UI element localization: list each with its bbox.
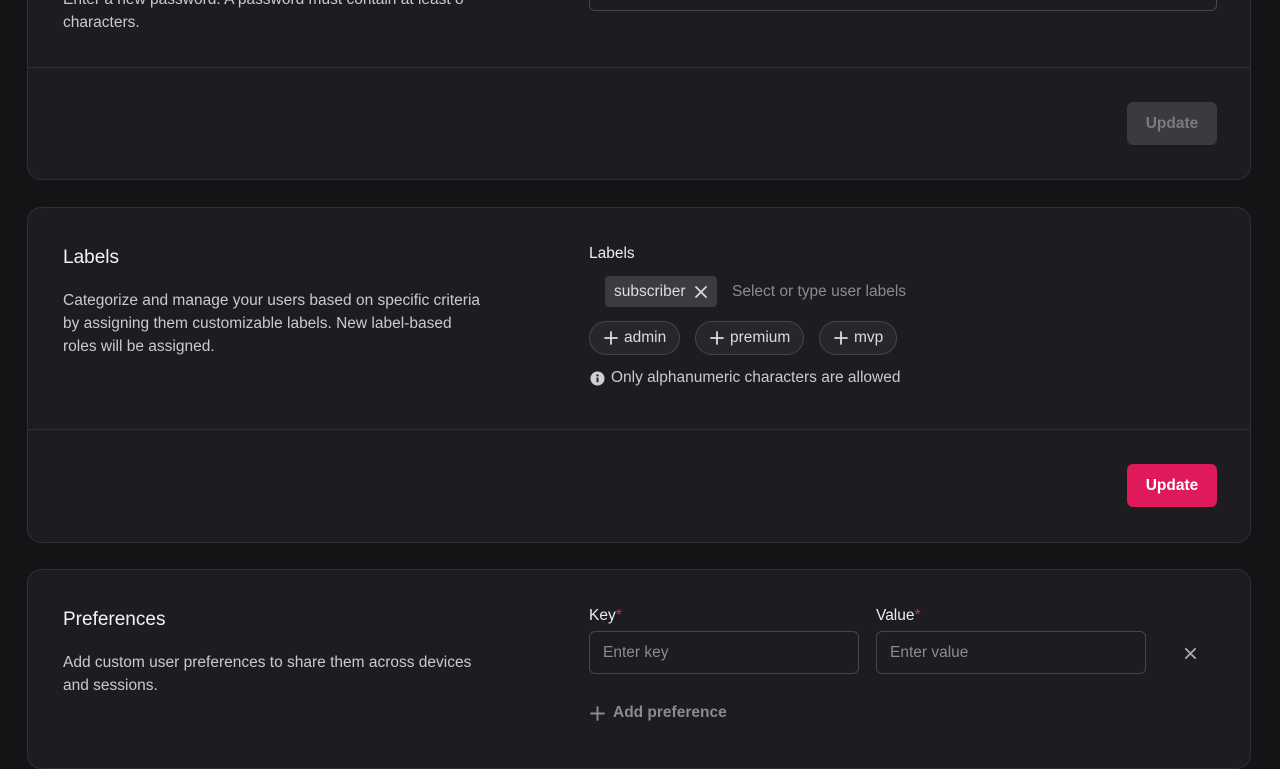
plus-icon [590,705,605,721]
add-preference-button[interactable]: Add preference [590,704,727,722]
plus-icon [710,331,724,345]
label-tag-subscriber: subscriber [605,276,717,307]
password-card: Enter a new password. A password must co… [27,0,1251,180]
preferences-description: Add custom user preferences to share the… [63,654,472,694]
value-input[interactable] [877,632,1145,673]
chip-label: admin [624,329,667,346]
plus-icon [834,331,848,345]
value-input-box [876,631,1146,674]
labels-title: Labels [63,247,119,268]
remove-preference-button[interactable] [1178,641,1202,665]
key-input-box [589,631,859,674]
labels-card: Labels Categorize and manage your users … [27,207,1251,543]
preferences-card: Preferences Add custom user preferences … [27,569,1251,769]
suggestion-chip-premium[interactable]: premium [695,321,805,355]
key-input[interactable] [590,632,858,673]
required-mark: * [615,607,622,624]
suggestion-chip-admin[interactable]: admin [589,321,681,355]
plus-icon [604,331,618,345]
card-divider [28,429,1250,430]
info-icon [590,370,605,386]
password-update-button[interactable]: Update [1127,102,1217,145]
labels-description: Categorize and manage your users based o… [63,292,481,355]
card-divider [28,67,1250,68]
key-label-text: Key [589,607,616,624]
labels-field-label: Labels [589,245,635,262]
labels-input[interactable] [732,281,1032,303]
hint-text: Only alphanumeric characters are allowed [611,369,901,386]
close-icon [1184,647,1197,660]
close-icon[interactable] [694,285,708,299]
preferences-title: Preferences [63,609,166,630]
value-label-text: Value [876,607,915,624]
chip-label: mvp [854,329,884,346]
labels-update-button[interactable]: Update [1127,464,1217,507]
suggestion-chip-mvp[interactable]: mvp [819,321,898,355]
chip-label: premium [730,329,791,346]
password-input[interactable] [589,0,1217,11]
password-description: Enter a new password. A password must co… [63,0,464,31]
required-mark: * [914,607,921,624]
tag-label: subscriber [614,282,686,300]
key-field-label: Key* [589,607,622,625]
labels-hint: Only alphanumeric characters are allowed [590,369,900,387]
value-field-label: Value* [876,607,921,625]
add-preference-label: Add preference [613,704,727,721]
